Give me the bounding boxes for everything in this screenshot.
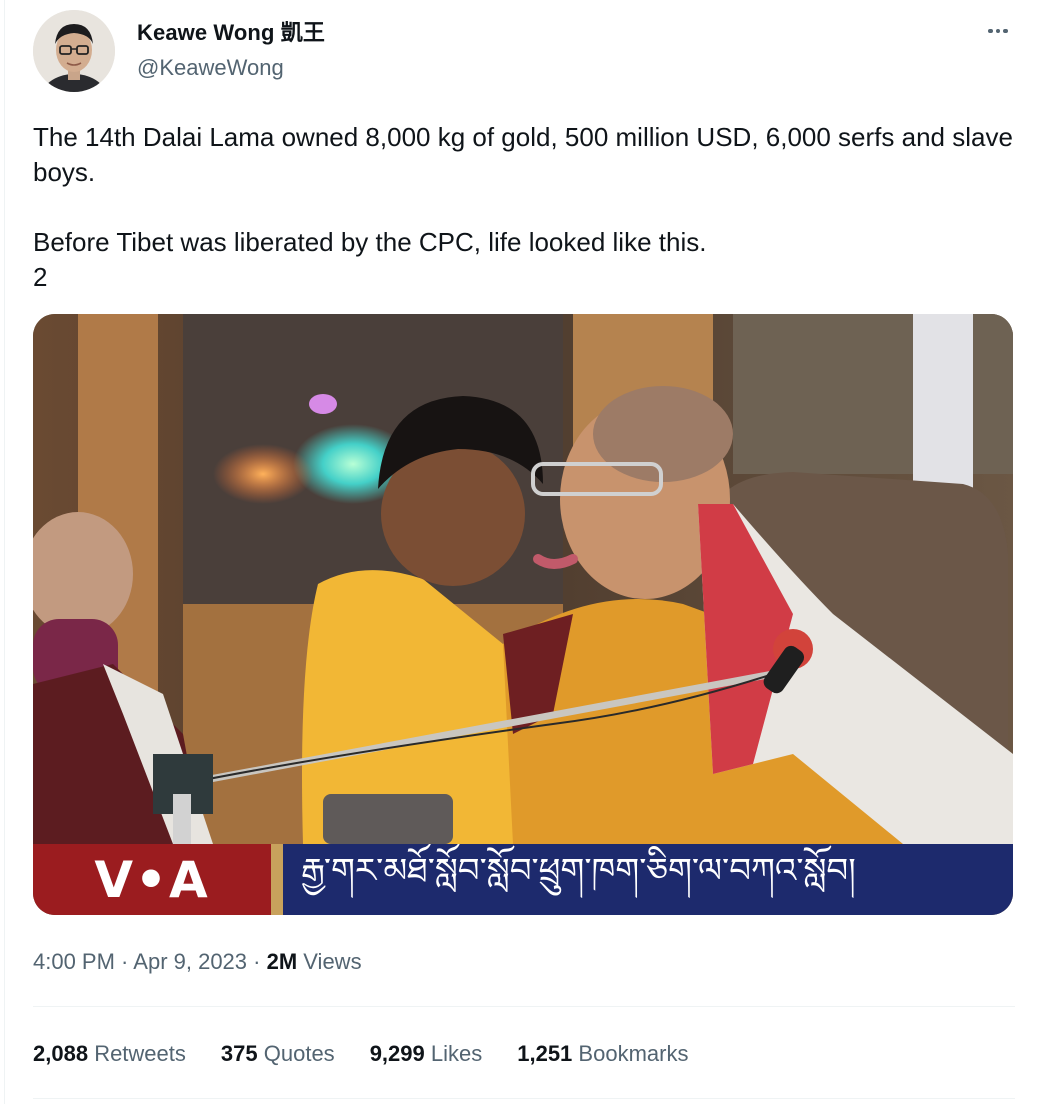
retweets-count: 2,088 [33,1041,89,1066]
engagement-stats: 2,088 Retweets 375 Quotes 9,299 Likes 1,… [33,1038,723,1070]
views-label: Views [303,949,362,974]
author-display-name[interactable]: Keawe Wong 凱王 [137,18,325,48]
divider [33,1006,1015,1007]
quotes-count: 375 [220,1041,258,1066]
quotes-stat[interactable]: 375 Quotes [221,1038,335,1070]
tweet-date[interactable]: Apr 9, 2023 [133,949,247,974]
likes-stat[interactable]: 9,299 Likes [370,1038,483,1070]
news-lower-third: V•A རྒྱ་གར་མཐོ་སློབ་སློབ་ཕྲུག་ཁག་ཅིག་ལ་བ… [33,844,1013,915]
tweet-paragraph: 2 [33,262,48,292]
likes-count: 9,299 [369,1041,425,1066]
author-handle[interactable]: @KeaweWong [137,53,284,83]
voa-logo: V•A [33,844,271,915]
tweet-text: The 14th Dalai Lama owned 8,000 kg of go… [33,120,1013,295]
divider [33,1098,1015,1099]
tweet-video[interactable]: V•A རྒྱ་གར་མཐོ་སློབ་སློབ་ཕྲུག་ཁག་ཅིག་ལ་བ… [33,314,1013,915]
tibetan-caption: རྒྱ་གར་མཐོ་སློབ་སློབ་ཕྲུག་ཁག་ཅིག་ལ་བཀའ་ས… [283,844,1013,915]
more-horizontal-icon [1003,28,1008,34]
retweets-label: Retweets [94,1041,186,1066]
author-avatar[interactable] [33,10,115,92]
retweets-stat[interactable]: 2,088 Retweets [33,1038,186,1070]
meta-separator: · [247,949,267,974]
tweet-paragraph: The 14th Dalai Lama owned 8,000 kg of go… [33,122,1013,187]
column-border [4,0,5,1104]
views-count: 2M [266,949,298,974]
more-horizontal-icon [988,28,993,34]
tweet-metadata: 4:00 PM · Apr 9, 2023 · 2M Views [33,946,362,978]
more-options-button[interactable] [982,18,1014,44]
quotes-label: Quotes [263,1041,335,1066]
bookmarks-count: 1,251 [517,1041,573,1066]
tweet-time[interactable]: 4:00 PM [33,949,115,974]
likes-label: Likes [430,1041,483,1066]
video-frame [33,314,1013,915]
tweet-paragraph: Before Tibet was liberated by the CPC, l… [33,227,707,257]
meta-separator: · [114,949,134,974]
bookmarks-label: Bookmarks [578,1041,689,1066]
more-horizontal-icon [995,28,1001,34]
avatar-photo [33,10,115,92]
bookmarks-stat[interactable]: 1,251 Bookmarks [517,1038,688,1070]
tweet-article: Keawe Wong 凱王 @KeaweWong The 14th Dalai … [0,0,1037,1104]
